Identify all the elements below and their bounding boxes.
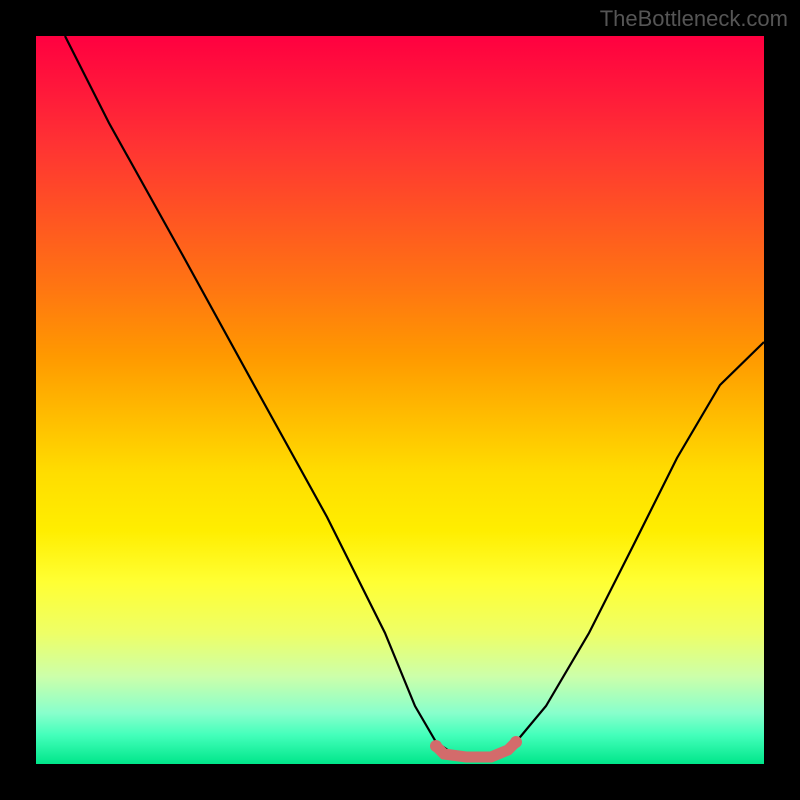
chart-plot-area xyxy=(36,36,764,764)
bottleneck-curve-line xyxy=(65,36,764,757)
trough-highlight xyxy=(436,742,516,757)
watermark-text: TheBottleneck.com xyxy=(600,6,788,32)
trough-end-dot xyxy=(510,736,522,748)
chart-svg xyxy=(36,36,764,764)
